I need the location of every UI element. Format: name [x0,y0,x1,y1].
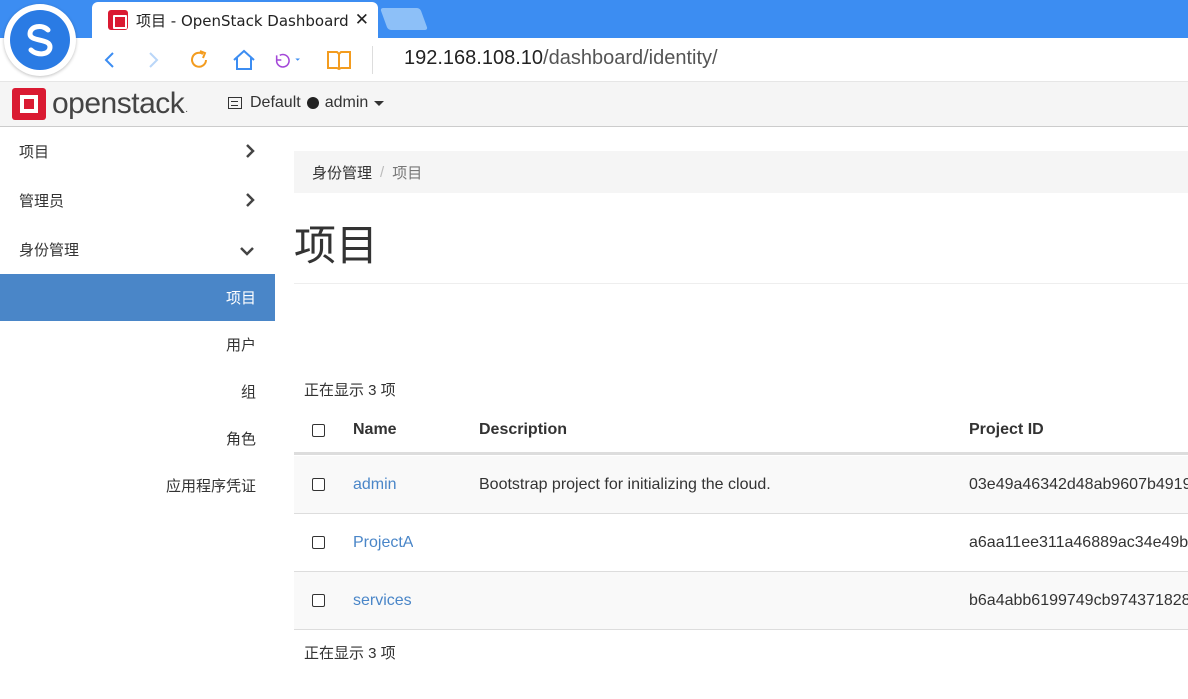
item-count-bottom: 正在显示 3 项 [304,645,396,662]
project-description: Bootstrap project for initializing the c… [479,475,771,493]
browser-toolbar: 192.168.108.10/dashboard/identity/ [0,38,1188,82]
row-checkbox-cell [312,514,325,571]
address-path: /dashboard/identity/ [543,47,718,69]
undo-icon[interactable] [272,46,300,74]
item-count-top: 正在显示 3 项 [304,382,396,399]
sidebar: 项目 管理员 身份管理 项目 用户 组 角色 应用程序凭证 [0,127,275,699]
tab-title: 项目 - OpenStack Dashboard [136,11,349,30]
sidebar-item-label: 身份管理 [19,241,80,259]
chevron-down-icon [239,243,255,260]
sidebar-subitem-groups[interactable]: 组 [0,368,275,415]
browser-logo-icon[interactable] [4,4,76,76]
sidebar-subitem-label: 组 [240,384,256,401]
project-id: a6aa11ee311a46889ac34e49b [969,533,1188,551]
openstack-header: openstack . Default admin [0,82,1188,127]
table-row: ProjectA a6aa11ee311a46889ac34e49b [294,514,1188,572]
column-header-project-id[interactable]: Project ID [969,408,1044,452]
separator-dot-icon [306,97,319,109]
title-divider [294,283,1188,284]
openstack-favicon-icon [108,10,128,30]
select-all-checkbox[interactable] [312,423,325,437]
row-checkbox[interactable] [312,594,325,607]
sidebar-subitem-roles[interactable]: 角色 [0,415,275,462]
back-icon[interactable] [96,46,124,74]
row-checkbox[interactable] [312,536,325,549]
chevron-right-icon [245,143,255,163]
caret-down-icon [374,100,385,106]
row-checkbox-cell [312,456,325,513]
browser-tab[interactable]: 项目 - OpenStack Dashboard ✕ [92,2,378,38]
project-name-link[interactable]: services [353,572,412,629]
project-id: b6a4abb6199749cb974371828 [969,591,1188,609]
sidebar-subitem-app-credentials[interactable]: 应用程序凭证 [0,462,275,509]
sidebar-subitem-label: 项目 [225,290,256,307]
home-icon[interactable] [230,46,258,74]
sidebar-subitem-projects[interactable]: 项目 [0,274,275,321]
openstack-logo-icon [12,88,46,120]
new-tab-button[interactable] [379,8,429,30]
openstack-logo[interactable]: openstack . [12,87,188,121]
table-header: Name Description Project ID [294,408,1188,455]
select-all-checkbox-cell [312,408,325,452]
sidebar-item-label: 项目 [19,143,50,161]
table-row: services b6a4abb6199749cb974371828 [294,572,1188,630]
openstack-logo-dot: . [185,104,189,115]
column-header-name[interactable]: Name [353,408,397,452]
column-header-description[interactable]: Description [479,408,567,452]
table-row: admin Bootstrap project for initializing… [294,456,1188,514]
project-name: admin [324,94,369,111]
breadcrumb-identity[interactable]: 身份管理 [312,162,372,183]
sidebar-subitem-label: 用户 [225,337,256,354]
project-name-link[interactable]: admin [353,456,397,513]
tab-close-button[interactable]: ✕ [355,10,369,30]
address-bar[interactable]: 192.168.108.10/dashboard/identity/ [404,47,718,70]
sidebar-subitem-label: 应用程序凭证 [165,478,256,495]
breadcrumb: 身份管理 / 项目 [294,151,1188,193]
reload-icon[interactable] [185,46,213,74]
openstack-logo-text: openstack [52,87,185,120]
sidebar-subitem-users[interactable]: 用户 [0,321,275,368]
chevron-right-icon [245,192,255,212]
sidebar-item-project[interactable]: 项目 [0,127,275,175]
row-checkbox-cell [312,572,325,629]
forward-icon[interactable] [139,46,167,74]
address-host: 192.168.108.10 [404,47,544,69]
project-id: 03e49a46342d48ab9607b4919 [969,475,1188,493]
sidebar-item-label: 管理员 [19,192,65,210]
reader-icon[interactable] [325,46,353,74]
breadcrumb-separator: / [380,163,385,181]
row-checkbox[interactable] [312,478,325,491]
address-separator [372,46,373,74]
sidebar-item-identity[interactable]: 身份管理 [0,225,275,273]
browser-tab-strip: 项目 - OpenStack Dashboard ✕ [0,0,1188,38]
sidebar-item-admin[interactable]: 管理员 [0,176,275,224]
sidebar-subitem-label: 角色 [225,431,256,448]
page-title: 项目 [294,222,379,269]
domain-icon [228,97,242,109]
domain-project-selector[interactable]: Default admin [228,94,385,112]
project-name-link[interactable]: ProjectA [353,514,413,571]
domain-name: Default [250,94,301,111]
breadcrumb-current: 项目 [392,164,423,182]
